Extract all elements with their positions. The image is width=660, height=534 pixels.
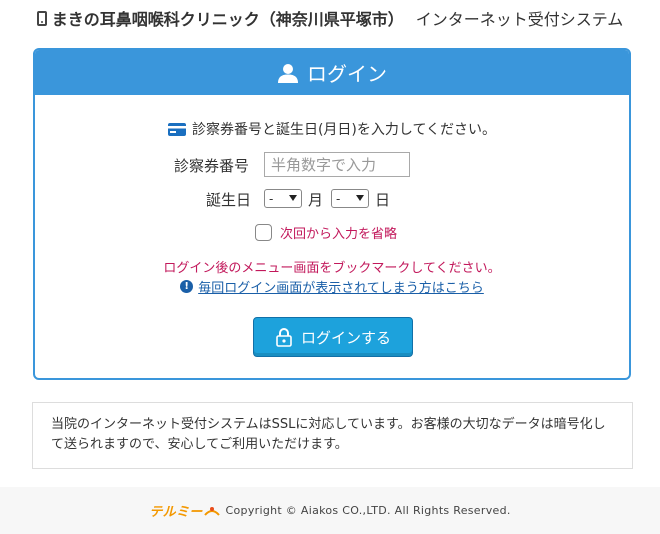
chevron-down-icon	[289, 195, 297, 201]
birth-month-select[interactable]: -	[264, 189, 302, 208]
login-button[interactable]: ログインする	[253, 317, 413, 357]
logo-text: テルミー	[149, 505, 203, 520]
instruction-line: 診察券番号と誕生日(月日)を入力してください。	[35, 119, 629, 139]
lock-icon	[276, 328, 292, 347]
footer: テルミー Copyright © Aiakos CO.,LTD. All Rig…	[0, 487, 660, 534]
month-unit: 月	[308, 191, 324, 209]
skip-input-label[interactable]: 次回から入力を省略	[280, 223, 397, 242]
user-icon	[278, 63, 298, 83]
help-link[interactable]: ! 毎回ログイン画面が表示されてしまう方はこちら	[35, 277, 629, 296]
system-name: インターネット受付システム	[415, 10, 624, 29]
instruction-text: 診察券番号と誕生日(月日)を入力してください。	[191, 122, 497, 138]
login-panel-header: ログイン	[35, 50, 629, 95]
logo-mark-icon	[203, 506, 220, 516]
login-form: 診察券番号と誕生日(月日)を入力してください。 診察券番号 誕生日 - 月 - …	[35, 95, 629, 378]
ssl-notice: 当院のインターネット受付システムはSSLに対応しています。お客様の大切なデータは…	[32, 402, 633, 469]
login-title: ログイン	[307, 62, 387, 86]
card-number-input[interactable]	[264, 152, 410, 177]
telmee-logo: テルミー	[149, 501, 220, 520]
card-number-label: 診察券番号	[174, 157, 250, 175]
birthday-label: 誕生日	[206, 191, 252, 209]
bookmark-note: ログイン後のメニュー画面をブックマークしてください。	[163, 261, 501, 276]
help-link-text[interactable]: 毎回ログイン画面が表示されてしまう方はこちら	[198, 277, 484, 296]
copyright-text: Copyright © Aiakos CO.,LTD. All Rights R…	[225, 504, 511, 517]
day-unit: 日	[375, 191, 391, 209]
page-header: まきの耳鼻咽喉科クリニック（神奈川県平塚市） インターネット受付システム	[0, 0, 660, 36]
skip-input-option[interactable]: 次回から入力を省略	[255, 223, 397, 242]
info-icon: !	[180, 280, 194, 293]
login-panel: ログイン 診察券番号と誕生日(月日)を入力してください。 診察券番号 誕生日 -…	[33, 48, 631, 380]
birth-day-value: -	[336, 191, 341, 206]
birth-month-value: -	[269, 191, 274, 206]
skip-input-checkbox[interactable]	[255, 224, 272, 241]
birth-day-select[interactable]: -	[331, 189, 369, 208]
phone-icon	[36, 10, 47, 26]
chevron-down-icon	[356, 195, 364, 201]
login-button-label: ログインする	[300, 328, 391, 347]
clinic-name: まきの耳鼻咽喉科クリニック（神奈川県平塚市）	[51, 10, 404, 29]
card-icon	[167, 122, 186, 136]
